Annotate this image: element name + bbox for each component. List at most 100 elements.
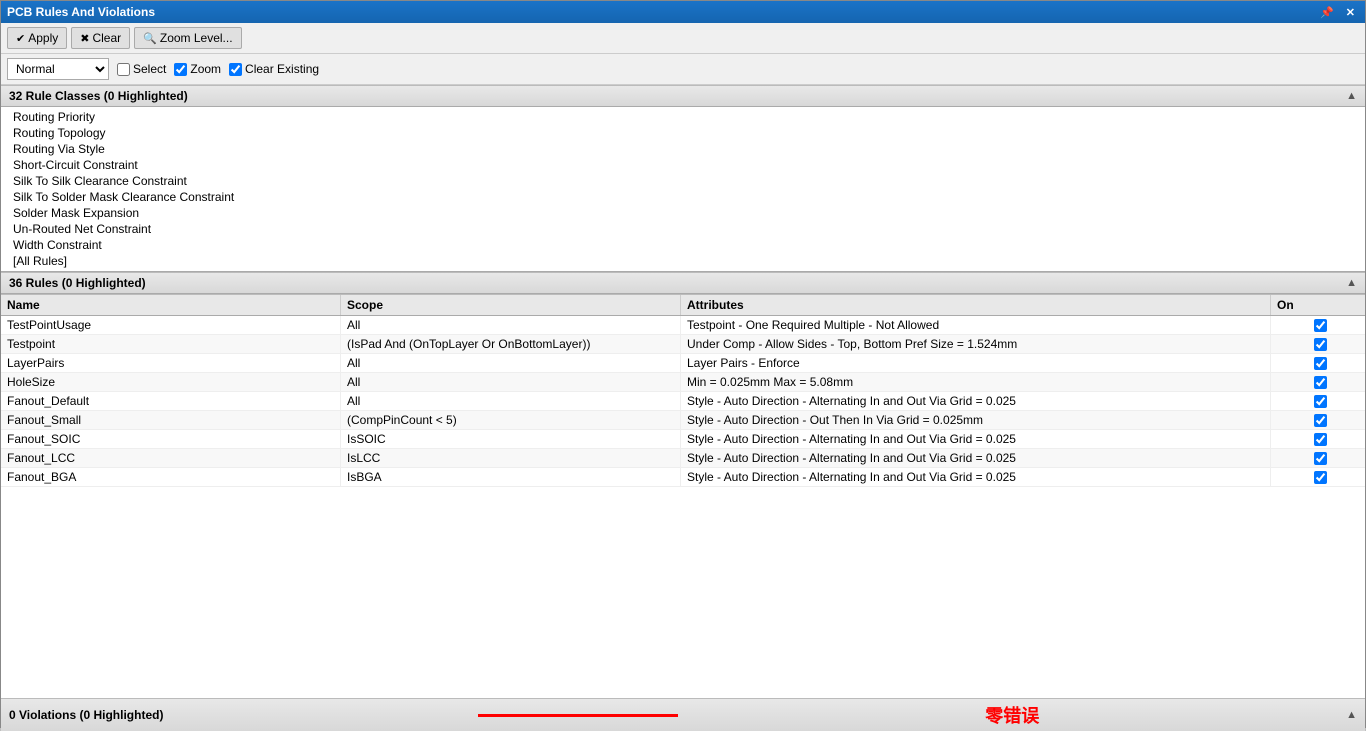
list-item[interactable]: Routing Via Style: [1, 141, 1365, 157]
violations-title: 0 Violations (0 Highlighted): [9, 708, 163, 722]
cell-on-3: [1271, 373, 1365, 391]
clear-existing-checkbox[interactable]: [229, 63, 242, 76]
cell-attributes-0: Testpoint - One Required Multiple - Not …: [681, 316, 1271, 334]
window-title: PCB Rules And Violations: [7, 5, 155, 19]
rule-classes-list: Routing Priority Routing Topology Routin…: [1, 107, 1365, 271]
clear-existing-checkbox-group[interactable]: Clear Existing: [229, 62, 319, 76]
rule-classes-section: 32 Rule Classes (0 Highlighted) ▲ Routin…: [1, 85, 1365, 272]
cell-scope-1: (IsPad And (OnTopLayer Or OnBottomLayer)…: [341, 335, 681, 353]
rules-collapse-icon[interactable]: ▲: [1346, 277, 1357, 289]
select-checkbox-group[interactable]: Select: [117, 62, 166, 76]
cell-attributes-2: Layer Pairs - Enforce: [681, 354, 1271, 372]
table-row[interactable]: LayerPairs All Layer Pairs - Enforce: [1, 354, 1365, 373]
list-item[interactable]: Width Constraint: [1, 237, 1365, 253]
rule-classes-header: 32 Rule Classes (0 Highlighted) ▲: [1, 85, 1365, 107]
cell-attributes-4: Style - Auto Direction - Alternating In …: [681, 392, 1271, 410]
rule-classes-collapse-icon[interactable]: ▲: [1346, 90, 1357, 102]
content-area: 32 Rule Classes (0 Highlighted) ▲ Routin…: [1, 85, 1365, 731]
col-attributes: Attributes: [681, 295, 1271, 315]
cell-attributes-6: Style - Auto Direction - Alternating In …: [681, 430, 1271, 448]
list-item[interactable]: Solder Mask Expansion: [1, 205, 1365, 221]
cell-attributes-1: Under Comp - Allow Sides - Top, Bottom P…: [681, 335, 1271, 353]
cell-attributes-8: Style - Auto Direction - Alternating In …: [681, 468, 1271, 486]
cell-on-2: [1271, 354, 1365, 372]
cell-name-7: Fanout_LCC: [1, 449, 341, 467]
pin-button[interactable]: 📌: [1316, 6, 1338, 19]
table-header-row: Name Scope Attributes On: [1, 294, 1365, 316]
on-checkbox-0[interactable]: [1314, 319, 1327, 332]
cell-scope-0: All: [341, 316, 681, 334]
clear-button[interactable]: ✖ Clear: [71, 27, 130, 49]
on-checkbox-2[interactable]: [1314, 357, 1327, 370]
cell-on-5: [1271, 411, 1365, 429]
zoom-level-button[interactable]: 🔍 Zoom Level...: [134, 27, 241, 49]
violations-annotation: 零错误: [985, 702, 1039, 728]
cell-on-1: [1271, 335, 1365, 353]
list-item[interactable]: Short-Circuit Constraint: [1, 157, 1365, 173]
cell-name-4: Fanout_Default: [1, 392, 341, 410]
cell-scope-7: IsLCC: [341, 449, 681, 467]
zoom-level-label: Zoom Level...: [160, 31, 233, 45]
col-on: On: [1271, 295, 1365, 315]
apply-button[interactable]: ✔ Apply: [7, 27, 67, 49]
table-row[interactable]: Fanout_BGA IsBGA Style - Auto Direction …: [1, 468, 1365, 487]
title-bar-controls: 📌 ✕: [1316, 6, 1359, 19]
cell-attributes-3: Min = 0.025mm Max = 5.08mm: [681, 373, 1271, 391]
zoom-checkbox[interactable]: [174, 63, 187, 76]
table-row[interactable]: Fanout_Small (CompPinCount < 5) Style - …: [1, 411, 1365, 430]
clear-existing-label: Clear Existing: [245, 62, 319, 76]
on-checkbox-4[interactable]: [1314, 395, 1327, 408]
col-name: Name: [1, 295, 341, 315]
list-item[interactable]: Un-Routed Net Constraint: [1, 221, 1365, 237]
violations-collapse-icon[interactable]: ▲: [1346, 709, 1357, 721]
cell-on-7: [1271, 449, 1365, 467]
cell-on-6: [1271, 430, 1365, 448]
on-checkbox-7[interactable]: [1314, 452, 1327, 465]
apply-label: Apply: [28, 31, 58, 45]
close-button[interactable]: ✕: [1342, 6, 1359, 19]
table-row[interactable]: Fanout_SOIC IsSOIC Style - Auto Directio…: [1, 430, 1365, 449]
clear-icon: ✖: [80, 32, 89, 45]
on-checkbox-6[interactable]: [1314, 433, 1327, 446]
rules-table-body: TestPointUsage All Testpoint - One Requi…: [1, 316, 1365, 698]
cell-attributes-5: Style - Auto Direction - Out Then In Via…: [681, 411, 1271, 429]
list-item[interactable]: Routing Topology: [1, 125, 1365, 141]
cell-on-0: [1271, 316, 1365, 334]
table-row[interactable]: TestPointUsage All Testpoint - One Requi…: [1, 316, 1365, 335]
list-item[interactable]: Silk To Solder Mask Clearance Constraint: [1, 189, 1365, 205]
rule-classes-title: 32 Rule Classes (0 Highlighted): [9, 89, 188, 103]
cell-name-3: HoleSize: [1, 373, 341, 391]
apply-icon: ✔: [16, 32, 25, 45]
cell-scope-6: IsSOIC: [341, 430, 681, 448]
table-row[interactable]: Fanout_Default All Style - Auto Directio…: [1, 392, 1365, 411]
list-item[interactable]: [All Rules]: [1, 253, 1365, 269]
col-scope: Scope: [341, 295, 681, 315]
cell-scope-8: IsBGA: [341, 468, 681, 486]
violations-bar: 0 Violations (0 Highlighted) 零错误 ▲: [1, 698, 1365, 731]
on-checkbox-3[interactable]: [1314, 376, 1327, 389]
table-row[interactable]: Testpoint (IsPad And (OnTopLayer Or OnBo…: [1, 335, 1365, 354]
rules-table-section: 36 Rules (0 Highlighted) ▲ Name Scope At…: [1, 272, 1365, 698]
rules-table-header: 36 Rules (0 Highlighted) ▲: [1, 272, 1365, 294]
cell-scope-5: (CompPinCount < 5): [341, 411, 681, 429]
table-row[interactable]: Fanout_LCC IsLCC Style - Auto Direction …: [1, 449, 1365, 468]
clear-label: Clear: [92, 31, 121, 45]
cell-name-6: Fanout_SOIC: [1, 430, 341, 448]
red-underline: [478, 714, 678, 717]
cell-name-8: Fanout_BGA: [1, 468, 341, 486]
toolbar: ✔ Apply ✖ Clear 🔍 Zoom Level...: [1, 23, 1365, 54]
on-checkbox-8[interactable]: [1314, 471, 1327, 484]
cell-on-8: [1271, 468, 1365, 486]
on-checkbox-1[interactable]: [1314, 338, 1327, 351]
cell-scope-3: All: [341, 373, 681, 391]
mode-select[interactable]: Normal All Violations Net Inspector: [7, 58, 109, 80]
zoom-label: Zoom: [190, 62, 221, 76]
select-checkbox[interactable]: [117, 63, 130, 76]
table-row[interactable]: HoleSize All Min = 0.025mm Max = 5.08mm: [1, 373, 1365, 392]
zoom-checkbox-group[interactable]: Zoom: [174, 62, 221, 76]
list-item[interactable]: Routing Priority: [1, 109, 1365, 125]
list-item[interactable]: Silk To Silk Clearance Constraint: [1, 173, 1365, 189]
on-checkbox-5[interactable]: [1314, 414, 1327, 427]
cell-on-4: [1271, 392, 1365, 410]
title-bar-left: PCB Rules And Violations: [7, 5, 155, 19]
